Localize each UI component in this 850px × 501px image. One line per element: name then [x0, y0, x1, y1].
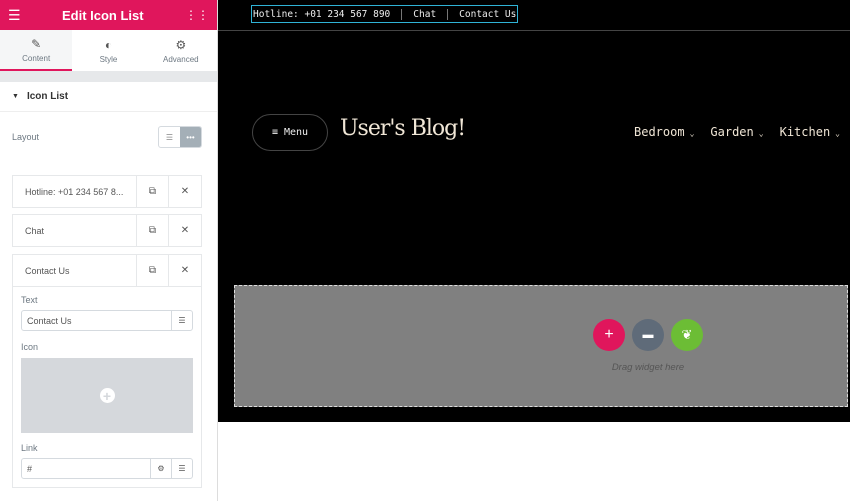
database-icon[interactable]: ☰: [171, 311, 192, 330]
chevron-down-icon: ⌄: [835, 129, 840, 138]
preview-canvas: Hotline: +01 234 567 890 Chat Contact Us…: [218, 0, 850, 422]
list-item: Chat ⧉ ✕: [12, 214, 202, 247]
menu-icon: ≡: [271, 127, 278, 138]
nav-item-garden[interactable]: Garden ⌄: [710, 125, 763, 139]
close-icon[interactable]: ✕: [169, 255, 201, 286]
drop-zone[interactable]: + ▬ ❦ Drag widget here: [234, 285, 848, 407]
nav-label: Bedroom: [634, 125, 685, 139]
add-section-button[interactable]: +: [593, 319, 625, 351]
text-input[interactable]: Contact Us: [22, 311, 171, 330]
tab-style[interactable]: ◐ Style: [72, 30, 144, 71]
duplicate-icon[interactable]: ⧉: [137, 176, 169, 207]
editor-panel: ☰ Edit Icon List ⋮⋮ ✎ Content ◐ Style ⚙ Adv…: [0, 0, 218, 501]
list-icon[interactable]: ☰: [159, 127, 180, 147]
elementor-kit-button[interactable]: ❦: [671, 319, 703, 351]
site-logo[interactable]: User's Blog!: [340, 116, 466, 141]
topbar-item[interactable]: Chat: [402, 8, 449, 20]
icon-list-widget[interactable]: Hotline: +01 234 567 890 Chat Contact Us: [251, 5, 519, 23]
layout-label: Layout: [12, 132, 40, 142]
tab-label: Content: [22, 53, 51, 63]
list-item: Contact Us ⧉ ✕ Text Contact Us ☰ Icon + Lin…: [12, 254, 202, 488]
icon-picker[interactable]: +: [21, 358, 193, 433]
folder-icon: ▬: [642, 329, 654, 341]
tab-label: Advanced: [163, 54, 199, 64]
item-label[interactable]: Contact Us: [13, 255, 137, 286]
grid-icon[interactable]: ⋮⋮: [185, 8, 209, 22]
hamburger-icon[interactable]: ☰: [8, 7, 21, 24]
menu-label: Menu: [283, 127, 309, 138]
close-icon[interactable]: ✕: [169, 215, 201, 246]
item-label[interactable]: Chat: [13, 215, 137, 246]
section-title: Icon List: [26, 91, 69, 102]
leaf-icon: ❦: [681, 327, 693, 342]
tab-label: Style: [99, 54, 118, 64]
add-template-button[interactable]: ▬: [632, 319, 664, 351]
icon-label: Icon: [21, 342, 39, 352]
menu-button[interactable]: ≡ Menu: [252, 114, 328, 151]
nav-label: Garden: [710, 125, 754, 139]
text-label: Text: [21, 295, 38, 305]
tab-content[interactable]: ✎ Content: [0, 30, 73, 71]
link-field: # ⚙ ☰: [21, 458, 193, 479]
tab-advanced[interactable]: ⚙ Advanced: [145, 30, 217, 71]
contrast-icon: ◐: [104, 37, 113, 52]
nav-item-bedroom[interactable]: Bedroom ⌄: [634, 125, 694, 139]
section-toggle[interactable]: ▼ Icon List: [0, 82, 217, 112]
drop-text: Drag widget here: [611, 362, 685, 373]
link-label: Link: [21, 443, 38, 453]
close-icon[interactable]: ✕: [169, 176, 201, 207]
chevron-down-icon: ⌄: [689, 129, 695, 138]
inline-icon[interactable]: •••: [180, 127, 201, 147]
link-input[interactable]: #: [22, 459, 150, 478]
nav-label: Kitchen: [779, 125, 831, 139]
gear-icon[interactable]: ⚙: [150, 459, 171, 478]
chevron-down-icon: ⌄: [758, 129, 764, 138]
panel-header: ☰ Edit Icon List ⋮⋮: [0, 0, 217, 30]
topbar-item[interactable]: Hotline: +01 234 567 890: [252, 8, 403, 20]
gear-icon: ⚙: [175, 37, 187, 52]
topbar-item[interactable]: Contact Us: [448, 9, 517, 20]
plus-icon: +: [99, 388, 115, 404]
layout-control: ☰ •••: [158, 126, 202, 148]
plus-icon: +: [604, 326, 614, 343]
list-item: Hotline: +01 234 567 8... ⧉ ✕: [12, 175, 202, 208]
caret-down-icon: ▼: [12, 93, 19, 100]
pencil-icon: ✎: [31, 36, 42, 51]
duplicate-icon[interactable]: ⧉: [137, 215, 169, 246]
text-field: Contact Us ☰: [21, 310, 193, 331]
nav-item-kitchen[interactable]: Kitchen ⌄: [780, 125, 840, 139]
panel-title: Edit Icon List: [61, 7, 144, 23]
database-icon[interactable]: ☰: [171, 459, 192, 478]
duplicate-icon[interactable]: ⧉: [137, 255, 169, 286]
item-label[interactable]: Hotline: +01 234 567 8...: [13, 176, 137, 207]
